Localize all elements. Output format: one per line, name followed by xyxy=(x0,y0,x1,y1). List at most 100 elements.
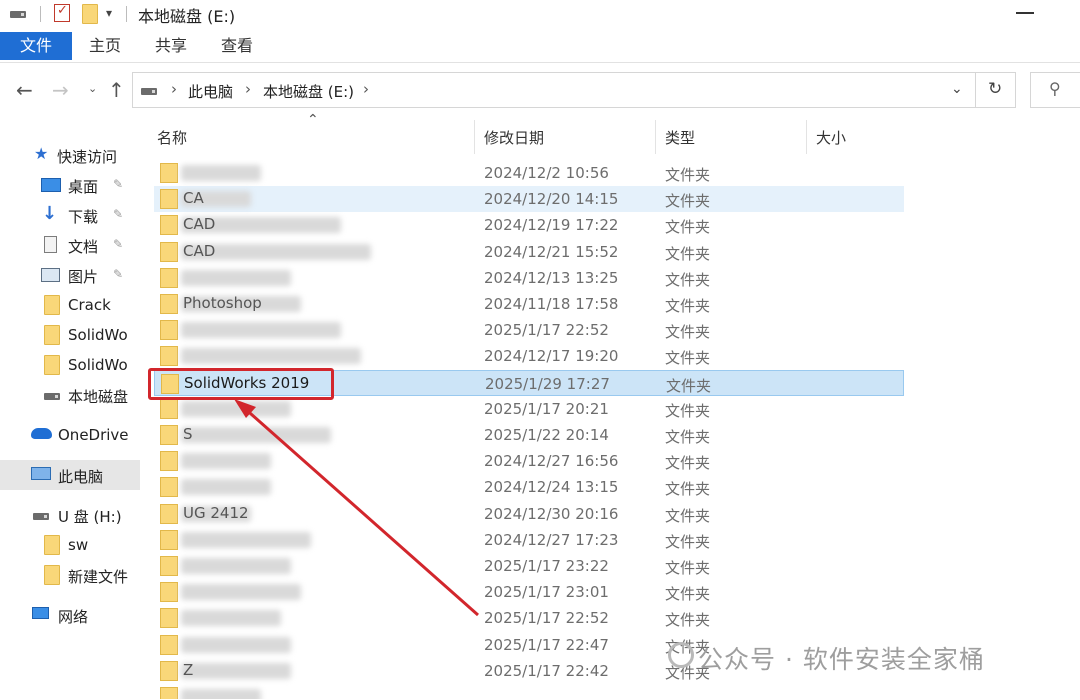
redacted-name xyxy=(181,610,281,627)
file-type: 文件夹 xyxy=(665,323,711,342)
file-date: 2024/12/27 17:23 xyxy=(484,530,619,549)
file-date: 2025/1/17 22:42 xyxy=(484,661,609,680)
refresh-icon: ↻ xyxy=(988,79,1003,99)
redacted-name xyxy=(181,348,361,365)
sort-ascending-icon: ⌃ xyxy=(307,112,319,128)
quick-access-dropdown-icon[interactable]: ▾ xyxy=(106,6,112,20)
properties-icon[interactable]: ✓ xyxy=(54,3,70,22)
folder-icon xyxy=(160,477,178,498)
redacted-name xyxy=(181,269,291,286)
redacted-name xyxy=(181,558,291,574)
tab-view[interactable]: 查看 xyxy=(221,32,253,60)
table-row[interactable]: 2025/1/17 23:22 文件夹 xyxy=(154,553,904,579)
table-row[interactable]: 2024/12/27 17:23 文件夹 xyxy=(154,527,904,553)
breadcrumb-this-pc[interactable]: 此电脑 xyxy=(188,81,233,102)
file-type: 文件夹 xyxy=(665,270,711,289)
redacted-name xyxy=(181,584,301,601)
address-bar[interactable]: › 此电脑 › 本地磁盘 (E:) › ⌄ xyxy=(132,72,976,108)
folder-icon xyxy=(160,294,178,314)
file-date: 2025/1/17 20:21 xyxy=(484,399,609,418)
column-header-type[interactable]: 类型 xyxy=(665,127,695,148)
column-divider[interactable] xyxy=(474,120,475,154)
table-row[interactable]: UG 2412 2024/12/30 20:16 文件夹 xyxy=(154,501,904,527)
table-row[interactable]: CAD 2024/12/21 15:52 文件夹 xyxy=(154,239,904,265)
file-type: 文件夹 xyxy=(665,611,711,630)
table-row[interactable]: 2025/1/17 23:01 文件夹 xyxy=(154,579,904,605)
title-bar: ✓ ▾ 本地磁盘 (E:) xyxy=(0,0,1080,28)
table-row[interactable]: CAD 2024/12/19 17:22 文件夹 xyxy=(154,212,904,238)
minimize-button[interactable] xyxy=(1016,12,1034,14)
file-type: 文件夹 xyxy=(665,532,711,551)
file-date: 2024/12/20 14:15 xyxy=(484,190,619,209)
table-row[interactable]: Photoshop 2024/11/18 17:58 文件夹 xyxy=(154,291,904,317)
table-row[interactable]: 2025/1/17 22:52 文件夹 xyxy=(154,317,904,343)
table-row[interactable] xyxy=(154,684,904,699)
table-row[interactable]: 2024/12/2 10:56 文件夹 xyxy=(154,160,904,186)
file-date: 2025/1/17 22:52 xyxy=(484,609,609,628)
up-arrow-icon[interactable]: ↑ xyxy=(108,79,125,101)
table-row[interactable]: S 2025/1/22 20:14 文件夹 xyxy=(154,422,904,448)
file-name: Photoshop xyxy=(183,294,262,312)
file-date: 2024/12/24 13:15 xyxy=(484,478,619,497)
redacted-name xyxy=(181,636,291,653)
redacted-name xyxy=(181,322,341,339)
column-header-modified[interactable]: 修改日期 xyxy=(484,127,544,148)
folder-icon xyxy=(160,687,178,699)
column-divider[interactable] xyxy=(806,120,807,154)
new-folder-icon[interactable] xyxy=(82,4,98,24)
drive-icon xyxy=(10,11,26,18)
file-type: 文件夹 xyxy=(665,166,711,184)
table-row[interactable]: 2024/12/13 13:25 文件夹 xyxy=(154,265,904,291)
file-date: 2025/1/17 22:47 xyxy=(484,635,609,654)
file-date: 2025/1/29 17:27 xyxy=(485,374,610,393)
table-row[interactable]: 2024/12/27 16:56 文件夹 xyxy=(154,448,904,474)
search-input[interactable]: ⚲ xyxy=(1030,72,1080,108)
chevron-right-icon[interactable]: › xyxy=(245,80,251,98)
refresh-button[interactable]: ↻ xyxy=(976,72,1016,108)
table-row[interactable]: 2024/12/24 13:15 文件夹 xyxy=(154,474,904,500)
ribbon: 文件 主页 共享 查看 xyxy=(0,28,1080,63)
file-name: UG 2412 xyxy=(183,503,249,522)
file-date: 2025/1/22 20:14 xyxy=(484,426,609,444)
separator xyxy=(40,6,41,22)
table-row[interactable]: 2024/12/17 19:20 文件夹 xyxy=(154,343,904,369)
file-date: 2024/12/21 15:52 xyxy=(484,242,619,261)
file-type: 文件夹 xyxy=(665,192,711,211)
tab-home[interactable]: 主页 xyxy=(89,32,121,60)
recent-locations-icon[interactable]: ⌄ xyxy=(88,82,97,95)
forward-arrow-icon[interactable]: → xyxy=(52,79,69,101)
folder-icon xyxy=(160,556,178,576)
tab-file[interactable]: 文件 xyxy=(0,32,72,60)
column-header-size[interactable]: 大小 xyxy=(816,127,846,148)
address-dropdown-icon[interactable]: ⌄ xyxy=(951,81,963,97)
search-icon: ⚲ xyxy=(1049,79,1061,98)
folder-icon xyxy=(160,346,178,367)
file-name: Z xyxy=(183,660,194,679)
file-list: 2024/12/2 10:56 文件夹 CA 2024/12/20 14:15 文件夹 C… xyxy=(0,160,1080,699)
file-date: 2025/1/17 23:22 xyxy=(484,557,609,575)
file-date: 2024/12/17 19:20 xyxy=(484,347,619,366)
back-arrow-icon[interactable]: ← xyxy=(16,79,33,101)
file-type: 文件夹 xyxy=(665,349,711,368)
column-header-name[interactable]: 名称 xyxy=(157,127,187,148)
file-type: 文件夹 xyxy=(665,585,711,604)
table-row[interactable]: 2025/1/17 22:52 文件夹 xyxy=(154,605,904,631)
file-type: 文件夹 xyxy=(665,218,711,237)
file-type: 文件夹 xyxy=(665,506,711,525)
breadcrumb-local-disk[interactable]: 本地磁盘 (E:) xyxy=(263,81,354,102)
chevron-right-icon[interactable]: › xyxy=(363,80,369,98)
wechat-logo-icon xyxy=(668,642,694,668)
column-divider[interactable] xyxy=(655,120,656,154)
file-name: CAD xyxy=(183,241,216,260)
address-row: ← → ⌄ ↑ › 此电脑 › 本地磁盘 (E:) › ⌄ ↻ ⚲ xyxy=(0,62,1080,118)
folder-icon xyxy=(160,398,178,419)
file-type: 文件夹 xyxy=(665,244,711,263)
table-row[interactable]: CA 2024/12/20 14:15 文件夹 xyxy=(154,186,904,213)
folder-icon xyxy=(160,660,178,681)
folder-icon xyxy=(160,608,178,629)
file-type: 文件夹 xyxy=(665,401,711,420)
tab-share[interactable]: 共享 xyxy=(155,32,187,60)
chevron-right-icon[interactable]: › xyxy=(171,80,177,98)
file-type: 文件夹 xyxy=(665,297,711,315)
file-date: 2025/1/17 22:52 xyxy=(484,321,609,340)
